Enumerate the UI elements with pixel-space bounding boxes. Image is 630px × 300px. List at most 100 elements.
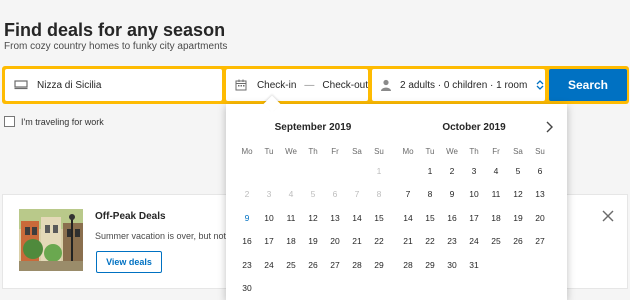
calendar-day[interactable]: 19 bbox=[302, 230, 324, 253]
month-grid: Mo Tu We Th Fr Sa Su 1 2 3 4 5 6 7 8 9 10 11 12 13 14 15 16 17 1… bbox=[397, 144, 551, 277]
calendar-day[interactable]: 3 bbox=[463, 160, 485, 183]
calendar-day[interactable]: 20 bbox=[529, 207, 551, 230]
calendar-icon bbox=[234, 77, 249, 93]
calendar-day[interactable]: 13 bbox=[324, 207, 346, 230]
checkin-label[interactable]: Check-in bbox=[257, 80, 296, 91]
weekday-label: Tu bbox=[425, 147, 435, 156]
calendar-day[interactable]: 26 bbox=[302, 254, 324, 277]
chevron-right-icon[interactable] bbox=[543, 120, 555, 134]
calendar-day[interactable]: 28 bbox=[346, 254, 368, 277]
calendar-day[interactable]: 12 bbox=[302, 207, 324, 230]
calendar-day[interactable]: 14 bbox=[346, 207, 368, 230]
calendar-day: 7 bbox=[354, 189, 360, 200]
calendar-day[interactable]: 22 bbox=[368, 230, 390, 253]
work-travel-checkbox[interactable] bbox=[4, 116, 15, 127]
calendar-day[interactable]: 10 bbox=[463, 183, 485, 206]
calendar-day[interactable]: 18 bbox=[485, 207, 507, 230]
weekday-label: Sa bbox=[513, 147, 523, 156]
calendar-day[interactable]: 15 bbox=[368, 207, 390, 230]
calendar-day[interactable]: 4 bbox=[485, 160, 507, 183]
calendar-day[interactable]: 29 bbox=[368, 254, 390, 277]
calendar-blank bbox=[236, 160, 258, 183]
calendar-day[interactable]: 6 bbox=[529, 160, 551, 183]
calendar-day: 5 bbox=[310, 189, 316, 200]
calendar-day[interactable]: 31 bbox=[463, 254, 485, 277]
checkout-label[interactable]: Check-out bbox=[322, 80, 368, 91]
calendar-day[interactable]: 8 bbox=[419, 183, 441, 206]
guests-field[interactable]: 2 adults · 0 children · 1 room bbox=[372, 69, 545, 101]
calendar-day[interactable]: 15 bbox=[419, 207, 441, 230]
calendar-blank bbox=[324, 160, 346, 183]
calendar-day[interactable]: 19 bbox=[507, 207, 529, 230]
calendar-day[interactable]: 2 bbox=[441, 160, 463, 183]
calendar-day: 2 bbox=[244, 189, 250, 200]
calendar-day[interactable]: 27 bbox=[324, 254, 346, 277]
calendar-day: 8 bbox=[376, 189, 382, 200]
month-title: September 2019 bbox=[274, 122, 352, 133]
weekday-label: Su bbox=[374, 147, 384, 156]
guests-value: 2 adults · 0 children · 1 room bbox=[400, 79, 528, 91]
weekday-label: We bbox=[446, 147, 458, 156]
search-bar: Nizza di Sicilia Check-in — Check-out 2 … bbox=[2, 66, 629, 104]
calendar-blank bbox=[258, 160, 280, 183]
calendar-day[interactable]: 30 bbox=[441, 254, 463, 277]
calendar-day[interactable]: 28 bbox=[397, 254, 419, 277]
calendar-day[interactable]: 25 bbox=[280, 254, 302, 277]
calendar-day[interactable]: 17 bbox=[258, 230, 280, 253]
calendar-day[interactable]: 21 bbox=[397, 230, 419, 253]
calendar-day[interactable]: 17 bbox=[463, 207, 485, 230]
destination-field[interactable]: Nizza di Sicilia bbox=[5, 69, 222, 101]
date-picker-popup: September 2019 Mo Tu We Th Fr Sa Su 1 2 3 4 5 6 7 8 9 10… bbox=[226, 104, 567, 300]
close-icon[interactable] bbox=[601, 209, 617, 225]
calendar-blank bbox=[397, 160, 419, 183]
calendar-day[interactable]: 27 bbox=[529, 230, 551, 253]
calendar-month: October 2019 Mo Tu We Th Fr Sa Su 1 2 3 4 5 6 7 8 9 10 11… bbox=[397, 104, 551, 277]
work-travel-label: I'm traveling for work bbox=[21, 116, 104, 127]
calendar-day[interactable]: 23 bbox=[236, 254, 258, 277]
calendar-month: September 2019 Mo Tu We Th Fr Sa Su 1 2 3 4 5 6 7 8 9 10… bbox=[236, 104, 390, 300]
person-icon bbox=[380, 77, 392, 93]
calendar-day[interactable]: 21 bbox=[346, 230, 368, 253]
calendar-day[interactable]: 16 bbox=[236, 230, 258, 253]
calendar-day[interactable]: 30 bbox=[236, 277, 258, 300]
calendar-day[interactable]: 18 bbox=[280, 230, 302, 253]
month-grid: Mo Tu We Th Fr Sa Su 1 2 3 4 5 6 7 8 9 10 11 12 13 14 15 16 17 1… bbox=[236, 144, 390, 300]
calendar-day[interactable]: 9 bbox=[441, 183, 463, 206]
calendar-day[interactable]: 11 bbox=[280, 207, 302, 230]
calendar-day[interactable]: 10 bbox=[258, 207, 280, 230]
work-travel-option[interactable]: I'm traveling for work bbox=[4, 116, 104, 127]
calendar-day[interactable]: 11 bbox=[485, 183, 507, 206]
calendar-day[interactable]: 14 bbox=[397, 207, 419, 230]
calendar-day[interactable]: 24 bbox=[463, 230, 485, 253]
promo-title: Off-Peak Deals bbox=[95, 211, 166, 222]
weekday-label: Su bbox=[535, 147, 545, 156]
search-button[interactable]: Search bbox=[549, 69, 627, 101]
calendar-day[interactable]: 16 bbox=[441, 207, 463, 230]
calendar-day[interactable]: 12 bbox=[507, 183, 529, 206]
calendar-day[interactable]: 23 bbox=[441, 230, 463, 253]
calendar-day[interactable]: 25 bbox=[485, 230, 507, 253]
calendar-day[interactable]: 13 bbox=[529, 183, 551, 206]
weekday-label: Mo bbox=[402, 147, 414, 156]
calendar-day[interactable]: 5 bbox=[507, 160, 529, 183]
page-title: Find deals for any season bbox=[4, 20, 226, 40]
weekday-label: Mo bbox=[241, 147, 253, 156]
page-subtitle: From cozy country homes to funky city ap… bbox=[4, 41, 228, 52]
calendar-day[interactable]: 24 bbox=[258, 254, 280, 277]
weekday-label: Sa bbox=[352, 147, 362, 156]
promo-text: Summer vacation is over, but not t bbox=[95, 231, 232, 241]
calendar-day: 3 bbox=[266, 189, 272, 200]
dates-field[interactable]: Check-in — Check-out bbox=[226, 69, 368, 101]
calendar-day[interactable]: 9 bbox=[236, 207, 258, 230]
calendar-day[interactable]: 22 bbox=[419, 230, 441, 253]
date-separator: — bbox=[304, 79, 315, 91]
destination-value: Nizza di Sicilia bbox=[37, 79, 102, 91]
view-deals-button[interactable]: View deals bbox=[96, 251, 162, 273]
calendar-day: 6 bbox=[332, 189, 338, 200]
calendar-day[interactable]: 1 bbox=[419, 160, 441, 183]
weekday-label: Th bbox=[308, 147, 318, 156]
calendar-day[interactable]: 20 bbox=[324, 230, 346, 253]
calendar-day[interactable]: 29 bbox=[419, 254, 441, 277]
calendar-day[interactable]: 26 bbox=[507, 230, 529, 253]
calendar-day[interactable]: 7 bbox=[397, 183, 419, 206]
